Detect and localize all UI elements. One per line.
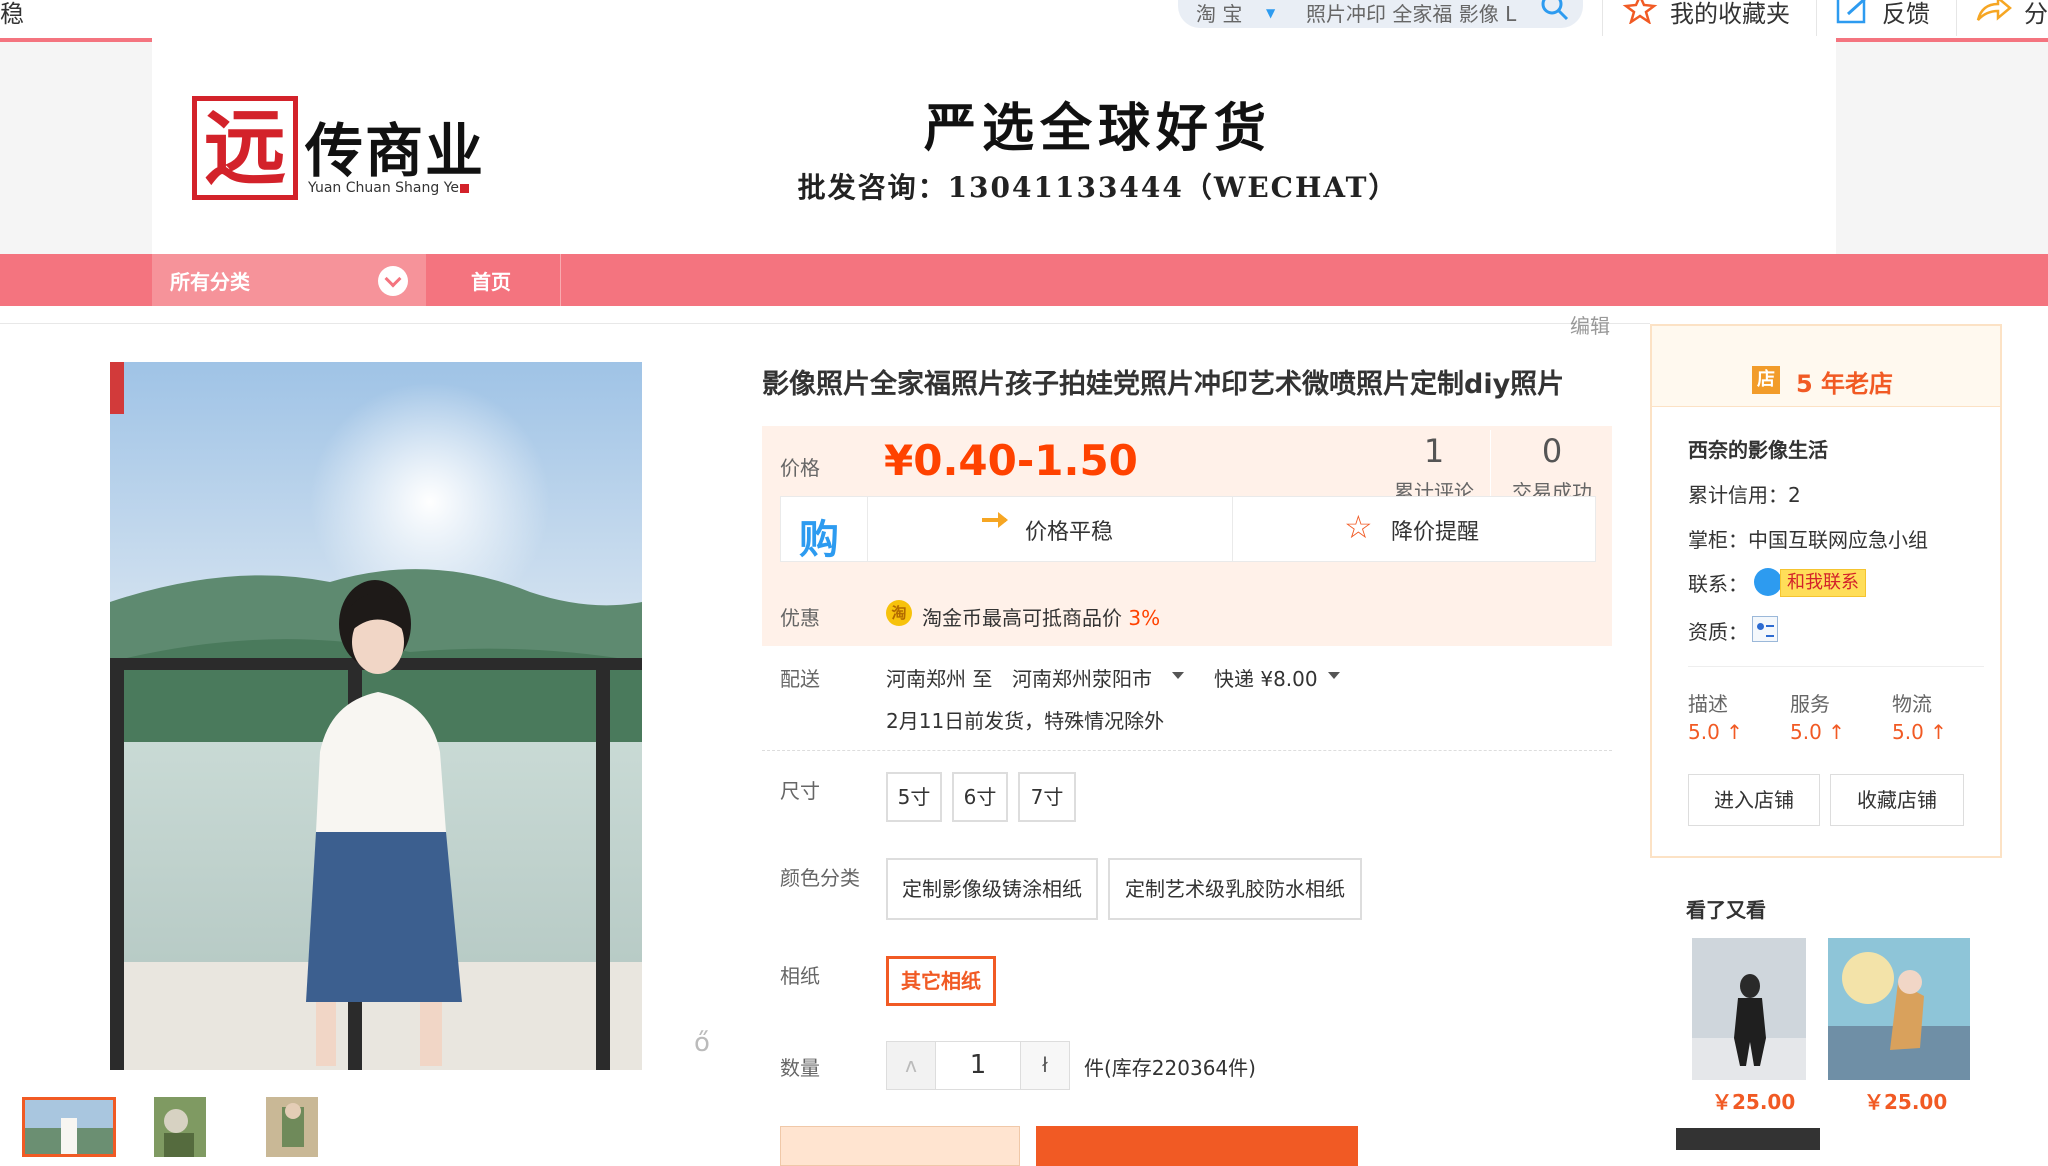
shop-keeper[interactable]: 掌柜：中国互联网应急小组	[1688, 524, 1928, 553]
share-icon[interactable]	[1976, 0, 2012, 24]
share-link[interactable]: 分	[2024, 0, 2048, 29]
discount-desc: 淘金币最高可抵商品价	[922, 606, 1122, 630]
product-title: 影像照片全家福照片孩子拍娃党照片冲印艺术微喷照片定制diy照片	[762, 369, 1565, 400]
shop-credit: 累计信用：2	[1688, 483, 1801, 507]
search-icon[interactable]	[1540, 0, 1570, 22]
shop-badge-icon: 店	[1752, 366, 1780, 394]
stock-text: 件(库存220364件)	[1084, 1056, 1256, 1080]
thumbnail-1[interactable]	[22, 1097, 116, 1157]
content-divider	[0, 323, 1650, 324]
rating-logistics-value: 5.0 ↑	[1892, 720, 1947, 744]
topbar-divider	[1602, 0, 1603, 36]
quantity-label: 数量	[780, 1056, 820, 1080]
also-viewed-image[interactable]	[1692, 938, 1806, 1080]
color-option-1[interactable]: 定制影像级铸涂相纸	[886, 858, 1098, 920]
discount-text: 淘金币最高可抵商品价 3%	[922, 602, 1160, 631]
chevron-down-icon[interactable]	[378, 266, 408, 296]
star-outline-icon[interactable]	[1622, 0, 1658, 24]
quantity-minus-button[interactable]: ʌ	[886, 1041, 936, 1090]
price-value: ¥0.40-1.50	[884, 436, 1138, 485]
color-label: 颜色分类	[780, 866, 860, 890]
shop-cert-label: 资质：	[1688, 620, 1748, 644]
shop-name[interactable]: 西奈的影像生活	[1688, 434, 1828, 463]
favorite-shop-button[interactable]: 收藏店铺	[1830, 774, 1964, 826]
size-option-6[interactable]: 6寸	[952, 772, 1008, 822]
buy-now-button[interactable]	[780, 1126, 1020, 1166]
discount-percent: 3%	[1128, 606, 1161, 630]
ship-from: 河南郑州 至	[886, 667, 993, 691]
paper-label: 相纸	[780, 964, 820, 988]
header-contact: 批发咨询：13041133444（WECHAT）	[797, 171, 1399, 204]
enter-shop-button[interactable]: 进入店铺	[1688, 774, 1820, 826]
rating-desc-label: 描述	[1688, 692, 1728, 716]
size-label: 尺寸	[780, 779, 820, 803]
search-bar[interactable]: 淘 宝 ▼ 照片冲印 全家福 影像 L	[1178, 0, 1583, 28]
also-viewed-image[interactable]	[1828, 938, 1970, 1080]
topbar-divider	[1956, 0, 1957, 36]
also-viewed-title: 看了又看	[1686, 898, 1766, 922]
price-drop-alert[interactable]: 降价提醒	[1391, 514, 1479, 546]
image-watermark: ő	[694, 1028, 710, 1058]
thumbnail-3[interactable]	[266, 1097, 318, 1157]
section-divider	[762, 750, 1612, 751]
buy-icon-char: 购	[799, 517, 839, 563]
contact-seller-button[interactable]: 和我联系	[1780, 569, 1866, 597]
nav-divider	[560, 254, 561, 306]
star-outline-icon[interactable]: ☆	[1344, 511, 1373, 543]
price-label: 价格	[780, 456, 820, 480]
topbar-left-fragment: 稳	[0, 0, 24, 28]
feedback-edit-icon[interactable]	[1836, 0, 1872, 24]
header-slogan: 严选全球好货	[923, 98, 1272, 159]
caret-down-icon[interactable]	[1328, 672, 1340, 679]
add-to-cart-button[interactable]	[1036, 1126, 1358, 1166]
size-option-5[interactable]: 5寸	[886, 772, 942, 822]
feedback-link[interactable]: 反馈	[1882, 0, 1930, 29]
chat-bubble-icon[interactable]	[1754, 568, 1782, 596]
ship-date: 2月11日前发货，特殊情况除外	[886, 709, 1165, 733]
certificate-icon[interactable]	[1752, 616, 1778, 642]
paper-option-other[interactable]: 其它相纸	[886, 956, 996, 1006]
edit-link[interactable]: 编辑	[1570, 310, 1610, 339]
rating-desc-value: 5.0 ↑	[1688, 720, 1743, 744]
shop-divider	[1688, 666, 1984, 667]
nav-home-label[interactable]: 首页	[471, 266, 511, 295]
rating-service-label: 服务	[1790, 692, 1830, 716]
scope-dropdown-icon[interactable]: ▼	[1266, 6, 1275, 20]
buy-icon: 购	[781, 497, 868, 563]
stat-divider	[1490, 430, 1491, 496]
rating-service-value: 5.0 ↑	[1790, 720, 1845, 744]
price-trend-text[interactable]: 价格平稳	[1025, 514, 1113, 546]
discount-label: 优惠	[780, 606, 820, 630]
taobao-coin-icon: 淘	[886, 600, 912, 626]
topbar-divider	[1816, 0, 1817, 36]
quantity-plus-button[interactable]: ł	[1020, 1041, 1070, 1090]
caret-down-icon[interactable]	[1172, 672, 1184, 679]
quantity-input[interactable]: 1	[935, 1041, 1021, 1090]
size-option-7[interactable]: 7寸	[1018, 772, 1076, 822]
also-viewed-next-image[interactable]	[1676, 1128, 1820, 1150]
color-option-2[interactable]: 定制艺术级乳胶防水相纸	[1108, 858, 1362, 920]
rating-logistics-label: 物流	[1892, 692, 1932, 716]
reviews-count[interactable]: 1	[1384, 432, 1484, 470]
also-viewed-price: ￥25.00	[1864, 1090, 1948, 1114]
thumbnail-2[interactable]	[154, 1097, 206, 1157]
search-input[interactable]: 照片冲印 全家福 影像 L	[1306, 0, 1516, 27]
shipping-label: 配送	[780, 667, 820, 691]
favorites-link[interactable]: 我的收藏夹	[1670, 0, 1790, 29]
ship-method-select[interactable]: 快递 ¥8.00	[1214, 663, 1318, 692]
ship-to-select[interactable]: 河南郑州荥阳市	[1012, 663, 1152, 692]
also-viewed-price: ￥25.00	[1712, 1090, 1796, 1114]
all-categories-label[interactable]: 所有分类	[170, 266, 250, 295]
arrow-right-icon	[982, 512, 1008, 528]
main-product-image[interactable]	[110, 362, 642, 1070]
shop-years: 5 年老店	[1796, 370, 1894, 398]
search-scope[interactable]: 淘 宝	[1196, 0, 1242, 27]
nav-home[interactable]: 首页	[426, 254, 560, 306]
deals-count: 0	[1541, 432, 1563, 470]
shop-contact-label: 联系：	[1688, 572, 1748, 596]
